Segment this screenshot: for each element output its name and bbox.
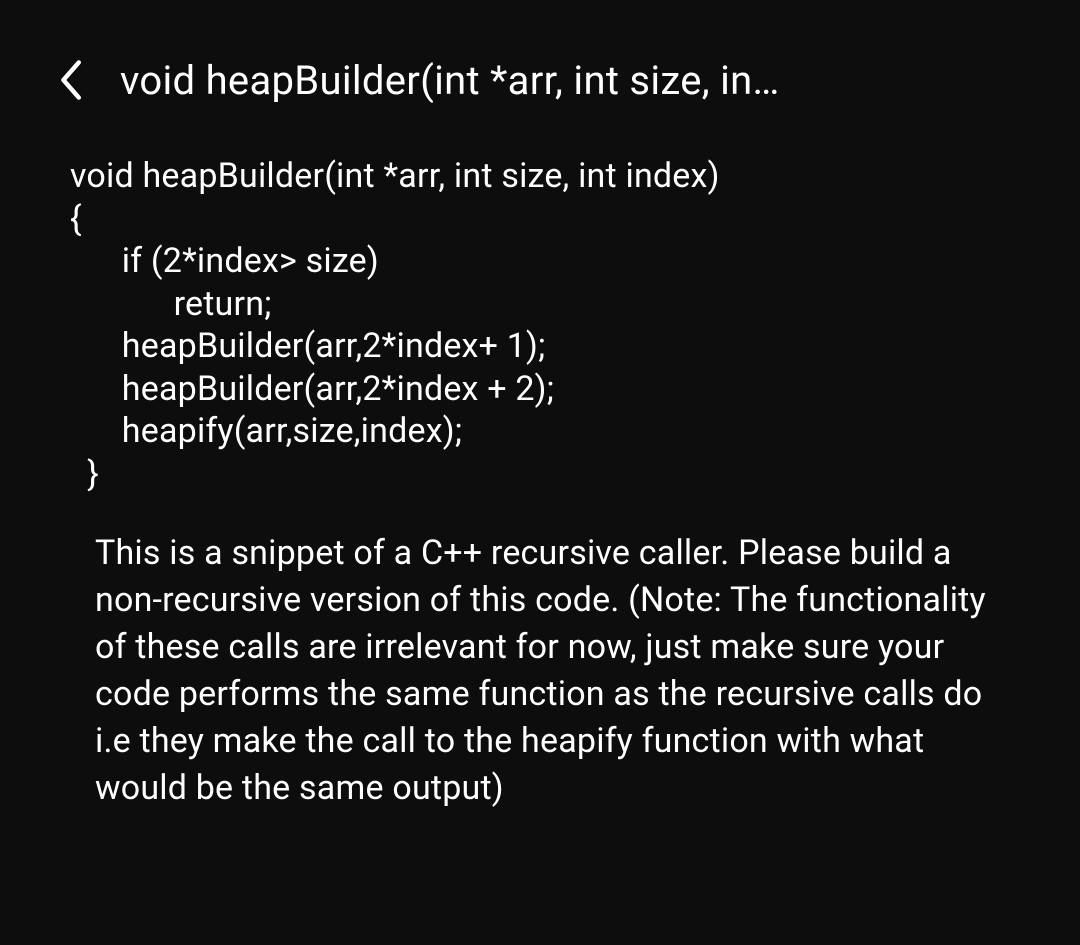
content-area: void heapBuilder(int *arr, int size, int…	[0, 125, 1080, 811]
code-line: }	[70, 454, 99, 494]
code-line: heapify(arr,size,index);	[70, 411, 462, 451]
code-snippet: void heapBuilder(int *arr, int size, int…	[70, 155, 1010, 495]
code-line: heapBuilder(arr,2*index + 2);	[70, 369, 554, 409]
page-title: void heapBuilder(int *arr, int size, in…	[120, 57, 780, 104]
code-line: void heapBuilder(int *arr, int size, int…	[70, 156, 720, 196]
chevron-left-icon	[56, 58, 84, 102]
question-description: This is a snippet of a C++ recursive cal…	[70, 530, 1010, 811]
code-line: if (2*index> size)	[70, 241, 379, 281]
code-line: heapBuilder(arr,2*index+ 1);	[70, 326, 545, 366]
back-button[interactable]	[55, 55, 85, 105]
header-bar: void heapBuilder(int *arr, int size, in…	[0, 0, 1080, 125]
code-line: return;	[70, 284, 272, 324]
code-line: {	[70, 199, 82, 239]
